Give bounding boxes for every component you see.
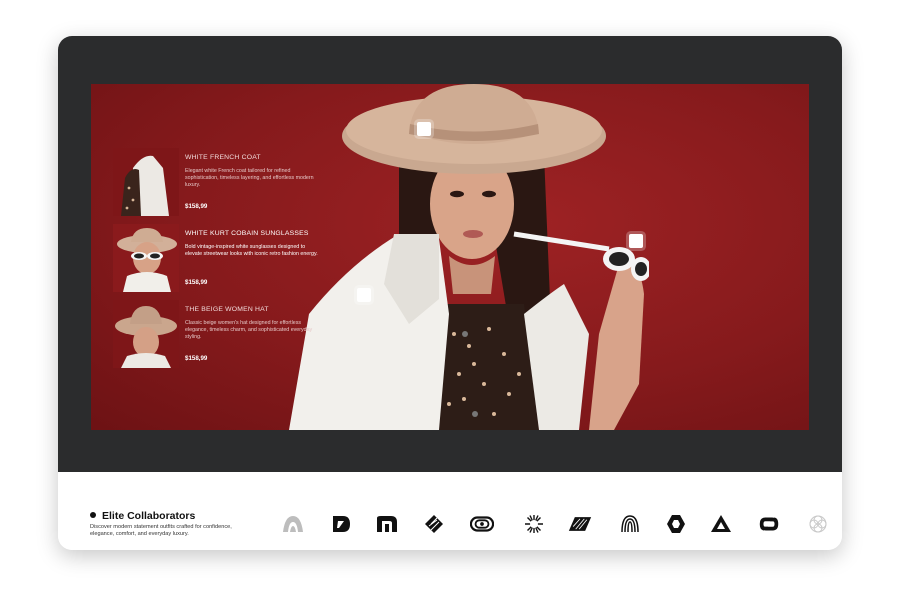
- product-description: Bold vintage-inspired white sunglasses d…: [185, 244, 318, 257]
- arc-logo-icon[interactable]: [281, 514, 305, 534]
- hexagon-logo-icon[interactable]: [664, 514, 688, 534]
- product-item-sunglasses[interactable]: WHITE KURT COBAIN SUNGLASSES Bold vintag…: [113, 224, 353, 292]
- product-title: WHITE FRENCH COAT: [185, 154, 261, 161]
- device-frame: WHITE FRENCH COAT Elegant white French c…: [58, 36, 842, 472]
- footer-title: Elite Collaborators: [90, 510, 195, 522]
- product-description: Elegant white French coat tailored for r…: [185, 168, 314, 188]
- sunglasses-thumbnail: [113, 224, 179, 292]
- bullet-icon: [90, 512, 96, 518]
- hotspot-hat[interactable]: [417, 122, 431, 136]
- product-price: $158,99: [185, 355, 208, 362]
- sunburst-logo-icon[interactable]: [522, 514, 546, 534]
- diamond-logo-icon[interactable]: [422, 514, 446, 534]
- triangle-logo-icon[interactable]: [709, 514, 733, 534]
- footer-description: Discover modern statement outfits crafte…: [90, 524, 232, 538]
- loop-logo-icon[interactable]: [757, 514, 783, 534]
- product-price: $158,99: [185, 279, 208, 286]
- product-title: THE BEIGE WOMEN HAT: [185, 306, 269, 313]
- product-title: WHITE KURT COBAIN SUNGLASSES: [185, 230, 309, 237]
- parallelogram-logo-icon[interactable]: [568, 514, 596, 534]
- hotspot-coat[interactable]: [357, 288, 371, 302]
- hat-thumbnail: [113, 300, 179, 368]
- stripe-m-logo-icon[interactable]: [375, 514, 399, 534]
- flower-logo-icon[interactable]: [806, 514, 830, 534]
- fingerprint-logo-icon[interactable]: [618, 514, 642, 534]
- product-item-coat[interactable]: WHITE FRENCH COAT Elegant white French c…: [113, 148, 353, 216]
- coat-thumbnail: [113, 148, 179, 216]
- hotspot-sunglasses[interactable]: [629, 234, 643, 248]
- showcase-card: WHITE FRENCH COAT Elegant white French c…: [58, 36, 842, 550]
- hero-stage: WHITE FRENCH COAT Elegant white French c…: [91, 84, 809, 430]
- slash-d-logo-icon[interactable]: [329, 514, 353, 534]
- product-price: $158,99: [185, 203, 208, 210]
- product-item-hat[interactable]: THE BEIGE WOMEN HAT Classic beige women'…: [113, 300, 353, 368]
- product-description: Classic beige women's hat designed for e…: [185, 320, 313, 340]
- collaborators-footer: Elite Collaborators Discover modern stat…: [58, 472, 842, 550]
- double-ring-logo-icon[interactable]: [469, 514, 496, 534]
